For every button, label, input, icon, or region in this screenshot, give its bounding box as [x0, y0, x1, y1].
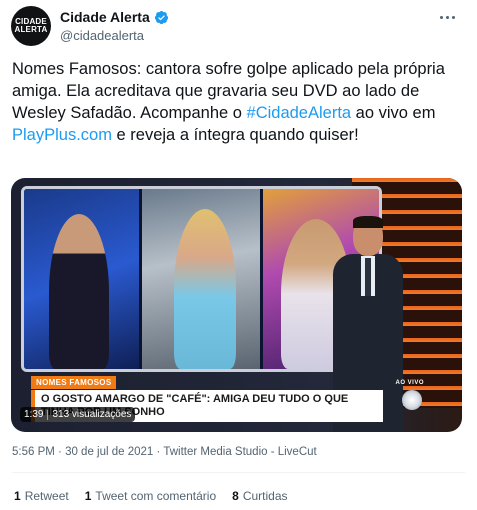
display-name[interactable]: Cidade Alerta: [60, 9, 150, 25]
retweets-label: Retweet: [24, 489, 69, 503]
tweet-text: Nomes Famosos: cantora sofre golpe aplic…: [12, 58, 467, 146]
video-views: 313 visualizações: [52, 409, 132, 420]
tweet-source: Twitter Media Studio - LiveCut: [163, 446, 317, 458]
badge-separator: [47, 409, 49, 420]
quotes-count: 1: [84, 489, 92, 503]
video-duration: 1:39: [24, 409, 44, 420]
tv-logo-icon: [402, 390, 422, 410]
live-label: AO VIVO: [395, 380, 424, 386]
quotes-label: Tweet com comentário: [95, 489, 217, 503]
likes-count: 8: [232, 489, 239, 503]
tweet-time[interactable]: 5:56 PM: [12, 446, 55, 458]
presenter-hair: [353, 216, 383, 228]
tweet-card: CIDADE ALERTA Cidade Alerta @cidadealert…: [0, 0, 477, 510]
tweet-text-part: ao vivo em: [351, 104, 436, 122]
tweet-stats: 1 Retweet 1 Tweet com comentário 8 Curtidas: [14, 489, 288, 503]
screen-panel: [24, 189, 139, 369]
lower-third-tag: NOMES FAMOSOS: [31, 376, 117, 389]
studio-screen: [21, 186, 382, 372]
more-options-icon[interactable]: [437, 10, 457, 24]
url-link[interactable]: PlayPlus.com: [12, 126, 112, 144]
woman-figure: [174, 209, 236, 369]
divider: [12, 472, 465, 473]
video-player[interactable]: NOMES FAMOSOS O GOSTO AMARGO DE "CAFÉ": …: [11, 178, 462, 432]
likes-label: Curtidas: [242, 489, 288, 503]
avatar-logo: CIDADE ALERTA: [14, 17, 48, 34]
screen-panel: [142, 189, 260, 369]
avatar[interactable]: CIDADE ALERTA: [11, 6, 51, 46]
user-handle[interactable]: @cidadealerta: [60, 28, 144, 43]
quotes-stat[interactable]: 1 Tweet com comentário: [85, 489, 216, 503]
retweets-count: 1: [14, 489, 21, 503]
tweet-text-part: e reveja a íntegra quando quiser!: [111, 126, 359, 144]
presenter-tie: [365, 258, 371, 296]
meta-separator: ·: [54, 446, 66, 458]
tweet-date[interactable]: 30 de jul de 2021: [65, 446, 153, 458]
video-info-badge: 1:39 313 visualizações: [20, 407, 136, 422]
likes-stat[interactable]: 8 Curtidas: [232, 489, 287, 503]
hashtag-link[interactable]: #CidadeAlerta: [247, 104, 352, 122]
retweets-stat[interactable]: 1 Retweet: [14, 489, 69, 503]
verified-badge-icon: [154, 10, 168, 24]
author-name-row: Cidade Alerta: [60, 9, 169, 25]
singer-figure: [49, 214, 109, 369]
meta-separator: ·: [153, 446, 164, 458]
tweet-metadata: 5:56 PM · 30 de jul de 2021 · Twitter Me…: [12, 446, 317, 458]
